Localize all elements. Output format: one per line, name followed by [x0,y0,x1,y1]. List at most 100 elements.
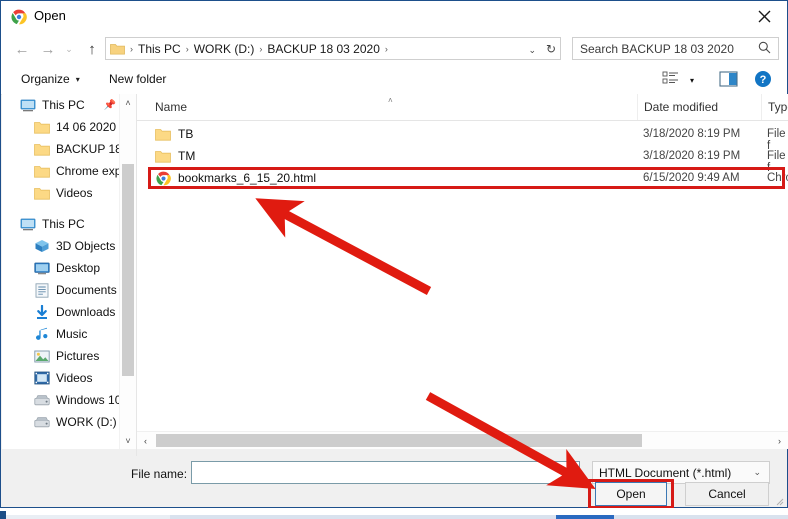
sidebar-item-windows-10[interactable]: Windows 10 [2,389,136,411]
file-list-hscrollbar[interactable]: ‹ › [137,431,788,449]
folder-icon [155,149,171,163]
scroll-right-icon[interactable]: › [771,432,788,449]
refresh-icon[interactable]: ↻ [546,42,556,56]
up-icon[interactable]: ↑ [81,38,103,60]
file-name-text: TM [178,149,196,163]
column-headers: Name Date modified Type ˄ [137,94,788,121]
breadcrumb-separator: › [130,43,133,54]
breadcrumb-separator: › [259,43,263,54]
cancel-button[interactable]: Cancel [685,482,769,506]
navigation-pane[interactable]: This PC 📌 ˄14 06 2020 BACKUP 18 0 Chrome exp… [2,94,136,449]
help-icon[interactable]: ? [754,70,772,88]
breadcrumb-item-backup[interactable]: BACKUP 18 03 2020 [264,42,383,56]
scroll-up-icon[interactable]: ˄ [120,94,136,111]
title-bar: Open [1,1,787,32]
back-icon[interactable]: ← [11,38,33,60]
videos-icon [34,371,50,385]
folder-icon [110,43,125,55]
file-name-cell[interactable]: bookmarks_6_15_20.html [155,171,316,185]
table-row[interactable]: TM 3/18/2020 8:19 PM File f [137,146,788,174]
file-name-text: bookmarks_6_15_20.html [178,171,317,185]
nav-pane-scrollbar[interactable]: ˄ ˅ [119,94,136,449]
scrollbar-thumb[interactable] [122,164,134,376]
sidebar-item-label: WORK (D:) [56,415,117,429]
open-button[interactable]: Open [595,482,667,506]
scroll-down-icon[interactable]: ˅ [120,432,136,449]
sidebar-item-label: This PC [42,98,85,112]
search-input[interactable] [573,40,758,57]
scrollbar-thumb[interactable] [156,434,642,447]
svg-text:?: ? [760,74,767,86]
sidebar-item-pictures[interactable]: Pictures [2,345,136,367]
breadcrumb-separator: › [185,43,189,54]
folder-icon [34,120,50,134]
sidebar-item-label: 14 06 2020 [56,120,117,134]
date-modified-cell: 6/15/2020 9:49 AM [643,172,740,184]
drive-icon [34,393,50,407]
scroll-left-icon[interactable]: ‹ [137,432,154,449]
table-row[interactable]: bookmarks_6_15_20.html 6/15/2020 9:49 AM C… [137,168,788,190]
sidebar-item-this-pc[interactable]: This PC 📌 ˄ [2,94,136,116]
sidebar-item-work-d[interactable]: WORK (D:) [2,411,136,433]
chevron-down-icon[interactable]: ⌄ [528,45,536,56]
preview-pane-icon[interactable] [719,71,739,87]
file-list[interactable]: Name Date modified Type ˄ TB 3/18/2020 8:… [137,94,788,449]
documents-icon [34,282,50,298]
chevron-down-icon: ▾ [75,74,80,84]
pc-icon [20,217,36,231]
chrome-icon [11,9,27,25]
breadcrumb-item-work-d[interactable]: WORK (D:) [191,42,258,56]
desktop-icon [34,261,50,275]
sidebar-item-14-06-2020[interactable]: 14 06 2020 [2,116,136,138]
file-name-cell[interactable]: TB [155,127,193,141]
sidebar-item-downloads[interactable]: Downloads [2,301,136,323]
taskbar-active-item [556,515,614,519]
sidebar-item-videos[interactable]: Videos [2,182,136,204]
breadcrumb-separator: › [384,43,388,54]
type-cell: Chro [767,172,788,184]
sidebar-item-backup-18-0[interactable]: BACKUP 18 0 [2,138,136,160]
folder-icon [155,127,171,141]
view-list-icon[interactable] [662,70,682,88]
command-bar: Organize ▾ New folder ▾ ? [1,64,787,95]
chrome-icon [155,171,171,185]
sidebar-item-label: Videos [56,186,93,200]
breadcrumb-item-this-pc[interactable]: This PC [135,42,184,56]
breadcrumb[interactable]: › This PC › WORK (D:) › BACKUP 18 03 202… [105,37,561,60]
chevron-down-icon[interactable]: ▾ [690,76,694,85]
forward-icon[interactable]: → [37,38,59,60]
file-name-cell[interactable]: TM [155,149,195,163]
column-header-name[interactable]: Name [137,94,637,120]
music-icon [34,327,50,341]
file-name-input[interactable] [191,461,580,484]
column-header-date-modified[interactable]: Date modified [637,94,761,120]
sidebar-item-this-pc[interactable]: This PC [2,213,136,235]
sidebar-item-label: 3D Objects [56,239,116,253]
new-folder-button[interactable]: New folder [103,69,172,89]
sort-ascending-icon: ˄ [388,96,393,105]
sidebar-item-documents[interactable]: Documents [2,279,136,301]
sidebar-item-3d-objects[interactable]: 3D Objects [2,235,136,257]
sidebar-item-label: Pictures [56,349,100,363]
search-box[interactable] [572,37,779,60]
pc-icon [20,98,36,112]
taskbar-segment [170,515,788,519]
sidebar-item-label: Music [56,327,88,341]
sidebar-item-desktop[interactable]: Desktop [2,257,136,279]
folder-icon [34,164,50,178]
sidebar-item-chrome-expo[interactable]: Chrome expo [2,160,136,182]
table-row[interactable]: TB 3/18/2020 8:19 PM File f [137,124,788,152]
sidebar-item-music[interactable]: Music [2,323,136,345]
downloads-icon [34,304,50,319]
column-header-type[interactable]: Type [761,94,788,120]
organize-button[interactable]: Organize ▾ [15,69,86,89]
resize-grip[interactable] [774,495,784,506]
file-type-value: HTML Document (*.html) [599,465,732,480]
recent-locations-icon[interactable]: ⌄ [61,38,77,60]
sidebar-item-videos[interactable]: Videos [2,367,136,389]
close-icon[interactable] [741,1,787,31]
file-name-label: File name: [131,467,188,481]
pin-icon[interactable]: 📌 [104,100,116,111]
sidebar-item-label: Videos [56,371,93,385]
search-icon[interactable] [758,41,771,57]
